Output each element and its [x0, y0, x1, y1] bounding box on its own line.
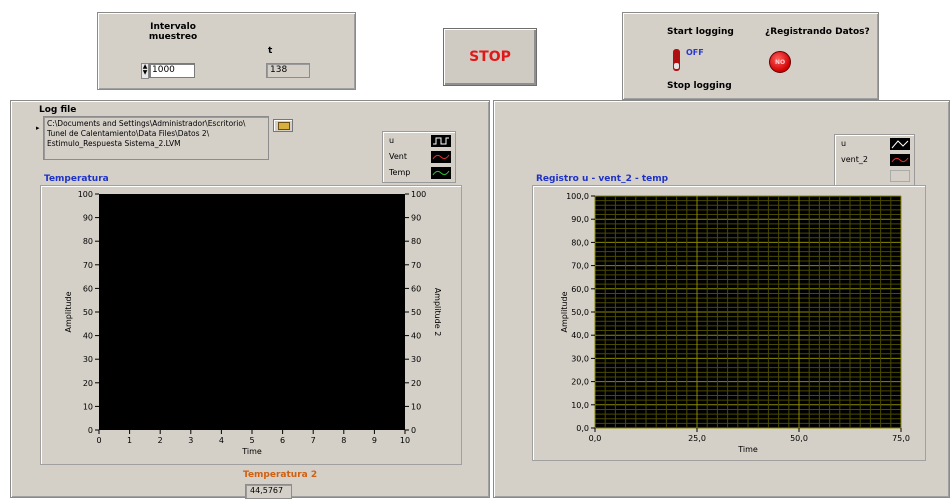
y-tick-label: 60: [83, 284, 93, 293]
x-tick-label: 5: [249, 436, 254, 445]
x-tick-label: 75,0: [892, 434, 910, 443]
recording-label: ¿Registrando Datos?: [765, 27, 870, 37]
y2-tick-label: 70: [411, 261, 421, 270]
y2-tick-label: 20: [411, 379, 421, 388]
y2-tick-label: 10: [411, 402, 421, 411]
y2-axis-label: Amplitude 2: [433, 288, 442, 337]
chart2-frame: 0,0 10,0 20,0 30,0 40,0 50,0 60,0 70,0 80,0 90,0 1…: [532, 185, 926, 461]
y-tick-label: 20: [83, 379, 93, 388]
y-tick-label: 90,0: [571, 215, 589, 224]
chart2-title: Registro u - vent_2 - temp: [536, 174, 669, 184]
wave-icon: [431, 167, 451, 179]
y-tick-label: 100,0: [566, 192, 589, 201]
legend-item-temp[interactable]: Temp: [383, 165, 455, 181]
stop-logging-label: Stop logging: [667, 81, 732, 91]
chart1-frame: 0 10 20 30 40 50 60 70 80 90 100 0 10 20 30 40 50 60 70 80 9…: [40, 185, 462, 465]
x-tick-label: 3: [188, 436, 193, 445]
log-file-path[interactable]: C:\Documents and Settings\Administrador\…: [43, 116, 269, 160]
interval-label: Intervalo muestreo: [148, 22, 198, 42]
wave-icon: [890, 138, 910, 150]
path-arrow-icon: ▸: [36, 124, 40, 132]
x-tick-label: 0,0: [589, 434, 602, 443]
legend-item-blank[interactable]: [835, 168, 914, 184]
y-tick-label: 50: [83, 308, 93, 317]
start-logging-label: Start logging: [667, 27, 734, 37]
y-tick-label: 10: [83, 402, 93, 411]
y-tick-label: 90: [83, 214, 93, 223]
legend-item-vent[interactable]: Vent: [383, 149, 455, 165]
browse-folder-icon[interactable]: [273, 119, 293, 132]
y2-tick-label: 80: [411, 237, 421, 246]
x-tick-label: 6: [280, 436, 285, 445]
x-tick-label: 50,0: [790, 434, 808, 443]
chart1-title: Temperatura: [44, 174, 109, 184]
x-tick-label: 1: [127, 436, 132, 445]
y-tick-label: 80: [83, 237, 93, 246]
y2-tick-label: 60: [411, 284, 421, 293]
recording-led: NO: [769, 51, 791, 73]
y2-tick-label: 40: [411, 332, 421, 341]
y-tick-label: 70: [83, 261, 93, 270]
plot-area: [99, 194, 405, 430]
temp2-label: Temperatura 2: [243, 470, 318, 480]
y-axis-label: Amplitude: [560, 291, 569, 332]
x-tick-label: 7: [311, 436, 316, 445]
y-tick-label: 50,0: [571, 308, 589, 317]
y2-tick-label: 30: [411, 355, 421, 364]
y-tick-label: 70,0: [571, 262, 589, 271]
y-tick-label: 0: [88, 426, 93, 435]
y-tick-label: 40: [83, 332, 93, 341]
y2-tick-label: 50: [411, 308, 421, 317]
wave-icon: [431, 151, 451, 163]
t-label: t: [268, 46, 273, 56]
x-tick-label: 2: [158, 436, 163, 445]
x-axis-label: Time: [241, 447, 262, 456]
switch-state-text: OFF: [686, 48, 704, 57]
x-tick-label: 4: [219, 436, 224, 445]
y-tick-label: 0,0: [576, 424, 589, 433]
x-tick-label: 10: [400, 436, 410, 445]
y-tick-label: 10,0: [571, 401, 589, 410]
sample-panel: Intervalo muestreo ▲ ▼ 1000 t 138: [97, 12, 356, 90]
right-panel: u vent_2 Registro u - vent_2 - temp 0,0 1…: [493, 100, 950, 498]
square-wave-icon: [431, 135, 451, 147]
x-tick-label: 25,0: [688, 434, 706, 443]
legend-item-u[interactable]: u: [835, 136, 914, 152]
y2-tick-label: 90: [411, 214, 421, 223]
y-tick-label: 20,0: [571, 378, 589, 387]
y-tick-label: 30,0: [571, 354, 589, 363]
x-tick-label: 9: [372, 436, 377, 445]
x-tick-label: 0: [96, 436, 101, 445]
temperature-chart[interactable]: 0102030405060708090100010203040506070809…: [41, 186, 461, 464]
y-tick-label: 30: [83, 355, 93, 364]
interval-stepper[interactable]: ▲ ▼: [141, 63, 149, 79]
left-panel: Log file ▸ C:\Documents and Settings\Adm…: [10, 100, 490, 499]
y-axis-label: Amplitude: [64, 291, 73, 332]
wave-icon: [890, 154, 910, 166]
y-tick-label: 60,0: [571, 285, 589, 294]
y-tick-label: 40,0: [571, 331, 589, 340]
x-tick-label: 8: [341, 436, 346, 445]
right-legend: u vent_2: [834, 134, 915, 186]
logging-panel: Start logging OFF Stop logging ¿Registra…: [622, 12, 879, 100]
logging-switch[interactable]: [673, 49, 681, 71]
left-legend: u Vent Temp: [382, 131, 456, 183]
interval-input[interactable]: 1000: [149, 63, 195, 78]
y-tick-label: 100: [78, 190, 93, 199]
legend-item-u[interactable]: u: [383, 133, 455, 149]
registro-chart[interactable]: 0,0 10,0 20,0 30,0 40,0 50,0 60,0 70,0 80,0 90,0 1…: [533, 186, 925, 460]
y-tick-label: 80,0: [571, 238, 589, 247]
stop-button[interactable]: STOP: [443, 28, 537, 86]
x-axis-label: Time: [737, 445, 758, 454]
log-file-label: Log file: [39, 105, 77, 115]
y2-tick-label: 100: [411, 190, 426, 199]
y2-tick-label: 0: [411, 426, 416, 435]
t-indicator: 138: [266, 63, 310, 78]
legend-item-vent2[interactable]: vent_2: [835, 152, 914, 168]
temp2-indicator: 44,5767: [245, 484, 292, 499]
blank-swatch: [890, 170, 910, 182]
